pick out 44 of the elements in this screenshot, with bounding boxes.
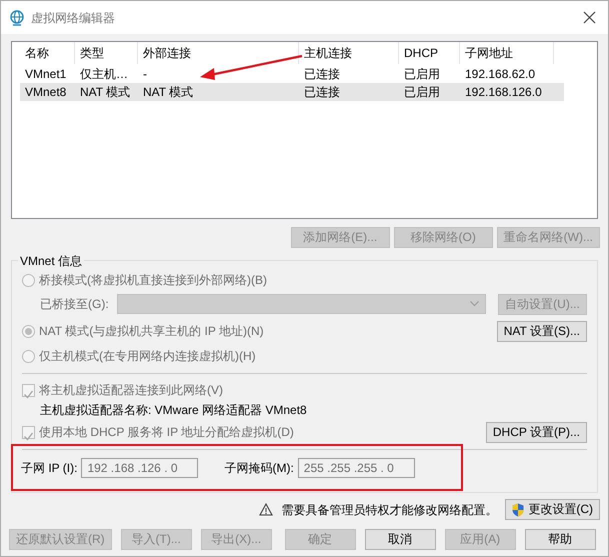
button[interactable]: NAT 设置(S)... — [496, 320, 587, 342]
column-header[interactable]: 主机连接 — [299, 42, 399, 64]
field-label: 子网掩码(M): — [224, 460, 294, 477]
warning-icon — [259, 503, 274, 516]
table-cell: VMnet8 — [25, 85, 66, 99]
table-cell: 192.168.126.0 — [465, 85, 542, 99]
globe-icon — [9, 10, 25, 26]
column-header[interactable]: DHCP — [399, 42, 460, 64]
table-row[interactable]: VMnet1 仅主机… - 已连接 已启用 192.168.62.0 — [20, 65, 564, 83]
table-cell: 仅主机… — [80, 67, 128, 81]
ip-field[interactable]: 192 .168 .126 . 0 — [81, 458, 198, 478]
table-cell: 192.168.62.0 — [465, 67, 536, 81]
column-header[interactable]: 类型 — [75, 42, 138, 64]
table-cell: VMnet1 — [25, 67, 66, 81]
table-cell: NAT 模式 — [80, 85, 130, 99]
field-label: 已桥接至(G): — [40, 296, 109, 313]
radio-label: 仅主机模式(在专用网络内连接虚拟机)(H) — [39, 348, 256, 365]
checkbox-label: 将主机虚拟适配器连接到此网络(V) — [39, 382, 223, 399]
adapter-name-text: 主机虚拟适配器名称: VMware 网络适配器 VMnet8 — [39, 402, 308, 419]
column-header[interactable]: 名称 — [20, 42, 75, 64]
field-label: 子网 IP (I): — [21, 460, 78, 477]
table-cell: - — [143, 67, 147, 81]
table-cell: 已连接 — [304, 85, 340, 99]
radio-label: NAT 模式(与虚拟机共享主机的 IP 地址)(N) — [39, 323, 264, 340]
button[interactable]: 更改设置(C) — [505, 499, 600, 520]
button[interactable]: 帮助 — [524, 529, 596, 550]
radio-label: 桥接模式(将虚拟机直接连接到外部网络)(B) — [39, 272, 267, 289]
table-cell: 已启用 — [404, 67, 440, 81]
mask-field[interactable]: 255 .255 .255 . 0 — [298, 458, 415, 478]
notice-text: 需要具备管理员特权才能修改网络配置。 — [281, 502, 498, 518]
table-cell: 已连接 — [304, 67, 340, 81]
close-icon[interactable] — [583, 11, 596, 24]
window-title: 虚拟网络编辑器 — [31, 10, 115, 26]
shield-icon — [512, 502, 524, 516]
table-cell: 已启用 — [404, 85, 440, 99]
column-header[interactable]: 外部连接 — [138, 42, 299, 64]
button[interactable]: DHCP 设置(P)... — [486, 422, 587, 442]
table-cell: NAT 模式 — [143, 85, 194, 99]
column-header[interactable]: 子网地址 — [460, 42, 554, 64]
table-row[interactable]: VMnet8 NAT 模式 NAT 模式 已连接 已启用 192.168.126.0 — [20, 83, 564, 101]
group-title: VMnet 信息 — [18, 252, 84, 270]
checkbox-label: 使用本地 DHCP 服务将 IP 地址分配给虚拟机(D) — [39, 424, 294, 441]
button[interactable]: 取消 — [364, 529, 436, 550]
dropdown[interactable] — [116, 294, 486, 314]
